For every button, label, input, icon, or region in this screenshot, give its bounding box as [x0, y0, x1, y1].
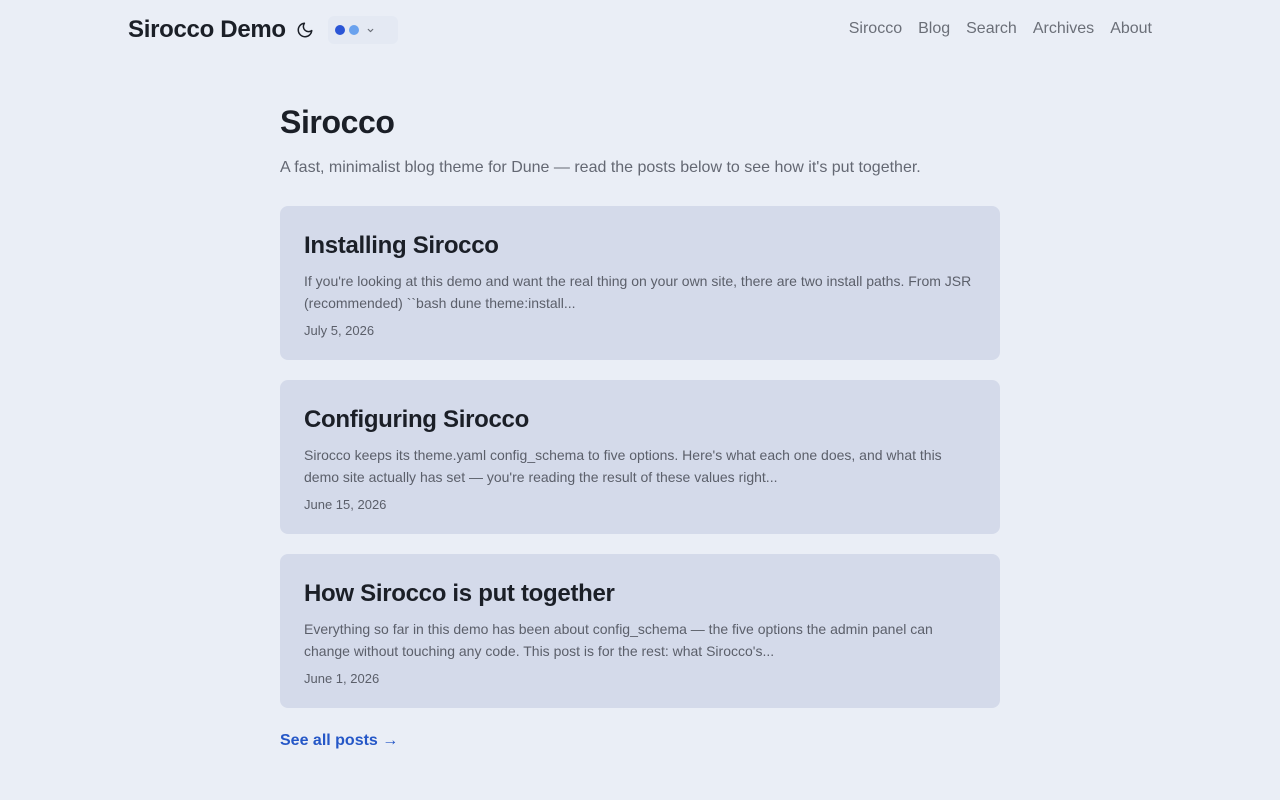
post-excerpt: If you're looking at this demo and want …	[304, 273, 972, 311]
post-excerpt: Everything so far in this demo has been …	[304, 621, 933, 659]
post-card[interactable]: Installing Sirocco If you're looking at …	[280, 206, 1000, 360]
chevron-down-icon	[366, 26, 375, 35]
palette-secondary-swatch	[349, 25, 359, 35]
palette-primary-swatch	[335, 25, 345, 35]
post-date: July 5, 2026	[304, 323, 375, 338]
site-title[interactable]: Sirocco Demo	[128, 14, 286, 46]
post-date: June 15, 2026	[304, 497, 387, 512]
color-palette-selector[interactable]	[328, 16, 398, 44]
page-intro: A fast, minimalist blog theme for Dune —…	[280, 159, 921, 176]
nav-link-sirocco[interactable]: Sirocco	[849, 18, 902, 40]
nav-link-blog[interactable]: Blog	[918, 18, 950, 40]
nav-link-archives[interactable]: Archives	[1033, 18, 1094, 40]
post-title[interactable]: Installing Sirocco	[304, 230, 976, 262]
page-title: Sirocco	[280, 104, 395, 140]
post-title[interactable]: How Sirocco is put together	[304, 578, 976, 610]
see-all-posts-link[interactable]: See all posts →	[280, 730, 398, 752]
nav-link-search[interactable]: Search	[966, 18, 1017, 40]
nav-link-about[interactable]: About	[1110, 18, 1152, 40]
post-card[interactable]: How Sirocco is put together Everything s…	[280, 554, 1000, 708]
post-excerpt: Sirocco keeps its theme.yaml config_sche…	[304, 447, 942, 485]
post-title[interactable]: Configuring Sirocco	[304, 404, 976, 436]
post-card[interactable]: Configuring Sirocco Sirocco keeps its th…	[280, 380, 1000, 534]
main-nav: Sirocco Blog Search Archives About	[849, 18, 1152, 40]
site-header: Sirocco Demo Sirocco Blog Search Archive…	[0, 0, 1280, 60]
post-date: June 1, 2026	[304, 671, 380, 686]
main-content: Sirocco A fast, minimalist blog theme fo…	[280, 100, 1000, 752]
moon-icon[interactable]	[294, 19, 316, 41]
